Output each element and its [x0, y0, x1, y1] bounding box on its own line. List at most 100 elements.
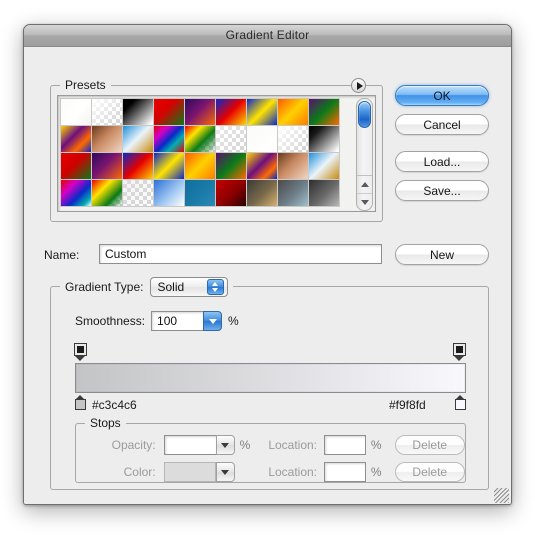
presets-scroll-up-button[interactable] — [357, 176, 372, 193]
smoothness-unit: % — [228, 314, 239, 328]
preset-swatch[interactable] — [215, 125, 247, 153]
color-label: Color: — [123, 465, 156, 479]
gradient-type-select[interactable]: Solid — [149, 277, 228, 297]
opacity-stop-marker-right[interactable] — [453, 343, 466, 361]
preset-swatch[interactable] — [122, 152, 154, 180]
resize-grip-icon[interactable] — [494, 488, 509, 503]
stops-legend: Stops — [85, 416, 126, 430]
gradient-type-value: Solid — [157, 280, 185, 294]
preset-swatch[interactable] — [246, 152, 278, 180]
preset-swatch[interactable] — [215, 98, 247, 126]
caret-down-icon — [221, 469, 230, 475]
presets-scroll-arrows[interactable] — [357, 175, 372, 210]
presets-scrollbar-thumb[interactable] — [358, 101, 371, 128]
load-button[interactable]: Load... — [395, 151, 489, 172]
preset-swatch[interactable] — [277, 152, 309, 180]
caret-down-icon — [208, 318, 217, 324]
preset-swatch[interactable] — [122, 98, 154, 126]
smoothness-dropdown-button[interactable] — [203, 311, 223, 331]
preset-swatch[interactable] — [215, 179, 247, 207]
smoothness-input[interactable]: 100 — [151, 311, 204, 331]
preset-swatch[interactable] — [277, 179, 309, 207]
name-input[interactable]: Custom — [99, 244, 382, 264]
color-dropdown-button[interactable] — [215, 462, 235, 482]
color-location-unit: % — [370, 465, 382, 479]
gradient-editor-strip: #c3c4c6 #f9f8fd — [51, 343, 488, 417]
preset-swatch[interactable] — [153, 179, 185, 207]
opacity-location-unit: % — [370, 438, 382, 452]
preset-swatch[interactable] — [60, 125, 92, 153]
color-combo[interactable] — [163, 462, 235, 482]
triangle-right-icon — [356, 81, 363, 90]
gradient-editor-window: Gradient Editor Presets OK Cancel Load..… — [23, 24, 512, 505]
stops-group: Stops Opacity: % Location: % Delete Colo… — [75, 416, 466, 483]
preset-swatch[interactable] — [277, 98, 309, 126]
preset-swatch[interactable] — [60, 179, 92, 207]
color-stop-marker-right[interactable] — [455, 395, 466, 410]
preset-swatch[interactable] — [184, 152, 216, 180]
opacity-stop-marker-left[interactable] — [74, 343, 87, 361]
opacity-delete-button[interactable]: Delete — [394, 435, 465, 455]
preset-swatch[interactable] — [153, 125, 185, 153]
color-delete-button[interactable]: Delete — [394, 462, 465, 482]
triangle-up-icon — [360, 182, 369, 187]
color-swatch[interactable] — [163, 462, 216, 482]
presets-options-menu-button[interactable] — [351, 78, 366, 93]
preset-swatch[interactable] — [184, 125, 216, 153]
name-label: Name: — [44, 248, 80, 262]
preset-swatch[interactable] — [122, 179, 154, 207]
preset-swatch[interactable] — [308, 179, 340, 207]
preset-swatch[interactable] — [122, 125, 154, 153]
screenshot-root: Gradient Editor Presets OK Cancel Load..… — [0, 0, 535, 560]
smoothness-combo[interactable]: 100 — [151, 311, 223, 331]
preset-swatch[interactable] — [91, 152, 123, 180]
presets-group: Presets — [50, 78, 383, 222]
opacity-combo[interactable] — [163, 435, 235, 455]
presets-legend: Presets — [60, 78, 111, 92]
color-location-input[interactable] — [324, 462, 366, 482]
gradient-type-group: Gradient Type: Solid Smoothness: 100 % #… — [50, 276, 489, 490]
preset-swatch[interactable] — [215, 152, 247, 180]
ok-button[interactable]: OK — [395, 85, 489, 106]
gradient-start-hex-label: #c3c4c6 — [92, 398, 137, 412]
window-titlebar[interactable]: Gradient Editor — [24, 25, 511, 47]
preset-swatch[interactable] — [184, 98, 216, 126]
opacity-unit: % — [239, 438, 251, 452]
preset-swatch[interactable] — [153, 152, 185, 180]
preset-swatch[interactable] — [308, 152, 340, 180]
stepper-updown-icon[interactable] — [206, 279, 224, 295]
opacity-location-input[interactable] — [324, 435, 366, 455]
opacity-input[interactable] — [163, 435, 216, 455]
presets-scrollbar[interactable] — [356, 98, 373, 211]
preset-swatch[interactable] — [91, 179, 123, 207]
preset-swatch[interactable] — [153, 98, 185, 126]
opacity-label: Opacity: — [111, 438, 156, 452]
new-button[interactable]: New — [395, 244, 489, 265]
preset-swatch[interactable] — [60, 98, 92, 126]
preset-swatch[interactable] — [308, 98, 340, 126]
smoothness-row: Smoothness: 100 % — [75, 311, 239, 331]
preset-swatch[interactable] — [60, 152, 92, 180]
dialog-body: Presets OK Cancel Load... Save... New Na… — [24, 47, 511, 504]
preset-swatch[interactable] — [308, 125, 340, 153]
preset-swatch[interactable] — [246, 98, 278, 126]
color-location-label: Location: — [268, 465, 318, 479]
opacity-dropdown-button[interactable] — [215, 435, 235, 455]
preset-swatch[interactable] — [246, 179, 278, 207]
preset-swatch[interactable] — [246, 125, 278, 153]
color-stop-marker-left[interactable] — [75, 395, 86, 410]
smoothness-label: Smoothness: — [75, 314, 146, 328]
window-title: Gradient Editor — [225, 28, 310, 42]
preset-swatch[interactable] — [91, 125, 123, 153]
preset-swatch[interactable] — [184, 179, 216, 207]
preset-swatch[interactable] — [91, 98, 123, 126]
presets-scroll-down-button[interactable] — [357, 193, 372, 211]
gradient-type-label: Gradient Type: — [65, 280, 144, 294]
save-button[interactable]: Save... — [395, 180, 489, 201]
presets-swatch-grid[interactable] — [60, 98, 349, 207]
triangle-down-icon — [360, 200, 369, 205]
preset-swatch[interactable] — [277, 125, 309, 153]
presets-well[interactable] — [57, 95, 376, 212]
cancel-button[interactable]: Cancel — [395, 114, 489, 135]
gradient-preview-bar[interactable] — [75, 363, 466, 393]
